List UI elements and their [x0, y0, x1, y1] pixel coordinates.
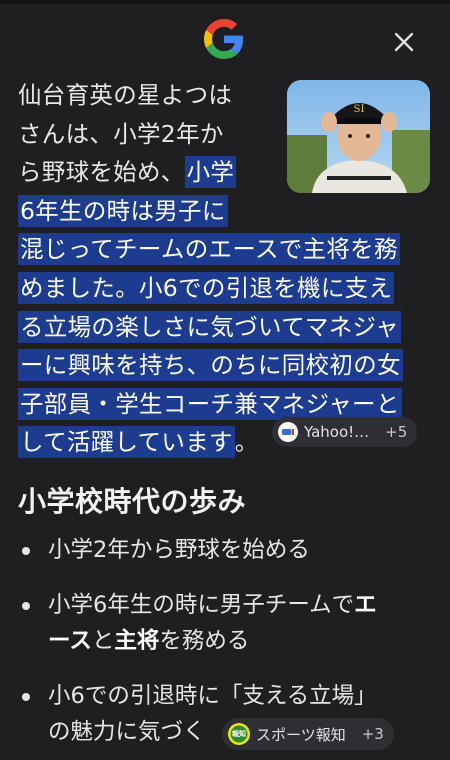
highlighted-text: 6年生の時は男子に — [18, 194, 228, 227]
source-count: +5 — [385, 423, 408, 441]
paragraph-line: ーに興味を持ち、のちに同校初の女 — [18, 346, 428, 385]
source-label: Yahoo!… — [304, 423, 370, 441]
paragraph-line: 混じってチームのエースで主将を務 — [18, 230, 428, 269]
paragraph-line: 仙台育英の星よつは — [18, 81, 233, 109]
bullet-dot — [22, 602, 30, 610]
google-logo — [204, 19, 244, 59]
paragraph-line: る立場の楽しさに気づいてマネジャ — [18, 308, 428, 347]
highlighted-text: る立場の楽しさに気づいてマネジャ — [18, 310, 401, 343]
source-chip-yahoo[interactable]: Yahoo!… +5 — [272, 417, 418, 447]
hochi-favicon-text: 報知 — [232, 730, 246, 738]
bullet-dot — [22, 693, 30, 701]
yahoo-favicon-icon — [278, 422, 298, 442]
top-edge — [0, 0, 450, 4]
close-icon — [394, 32, 414, 52]
source-label: スポーツ報知 — [256, 725, 346, 744]
section-heading: 小学校時代の歩み — [18, 485, 247, 518]
highlighted-text: 小学 — [184, 156, 237, 189]
highlighted-text: して活躍しています — [18, 426, 235, 459]
paragraph-line: さんは、小学2年か — [18, 119, 224, 148]
paragraph-line: めました。小6での引退を機に支え — [18, 269, 428, 308]
highlighted-text: ーに興味を持ち、のちに同校初の女 — [18, 349, 403, 382]
list-item: 小学2年から野球を始める — [22, 532, 310, 568]
end-mark: 。 — [234, 428, 259, 457]
paragraph-line: ら野球を始め、小学 — [18, 156, 237, 189]
highlighted-text: 子部員・学生コーチ兼マネジャーと — [18, 387, 402, 420]
list-item: 小学6年生の時に男子チームでエ ースと主将を務める — [22, 587, 377, 659]
highlighted-text: 混じってチームのエースで主将を務 — [18, 233, 400, 266]
highlighted-text: めました。小6での引退を機に支え — [18, 271, 395, 304]
paragraph-line: 6年生の時は男子に — [18, 192, 428, 231]
close-button[interactable] — [389, 27, 419, 57]
source-count: +3 — [361, 725, 384, 743]
bullet-dot — [22, 547, 30, 555]
overview-paragraph: 仙台育英の星よつは さんは、小学2年か ら野球を始め、小学 6年生の時は男子に … — [18, 76, 428, 462]
